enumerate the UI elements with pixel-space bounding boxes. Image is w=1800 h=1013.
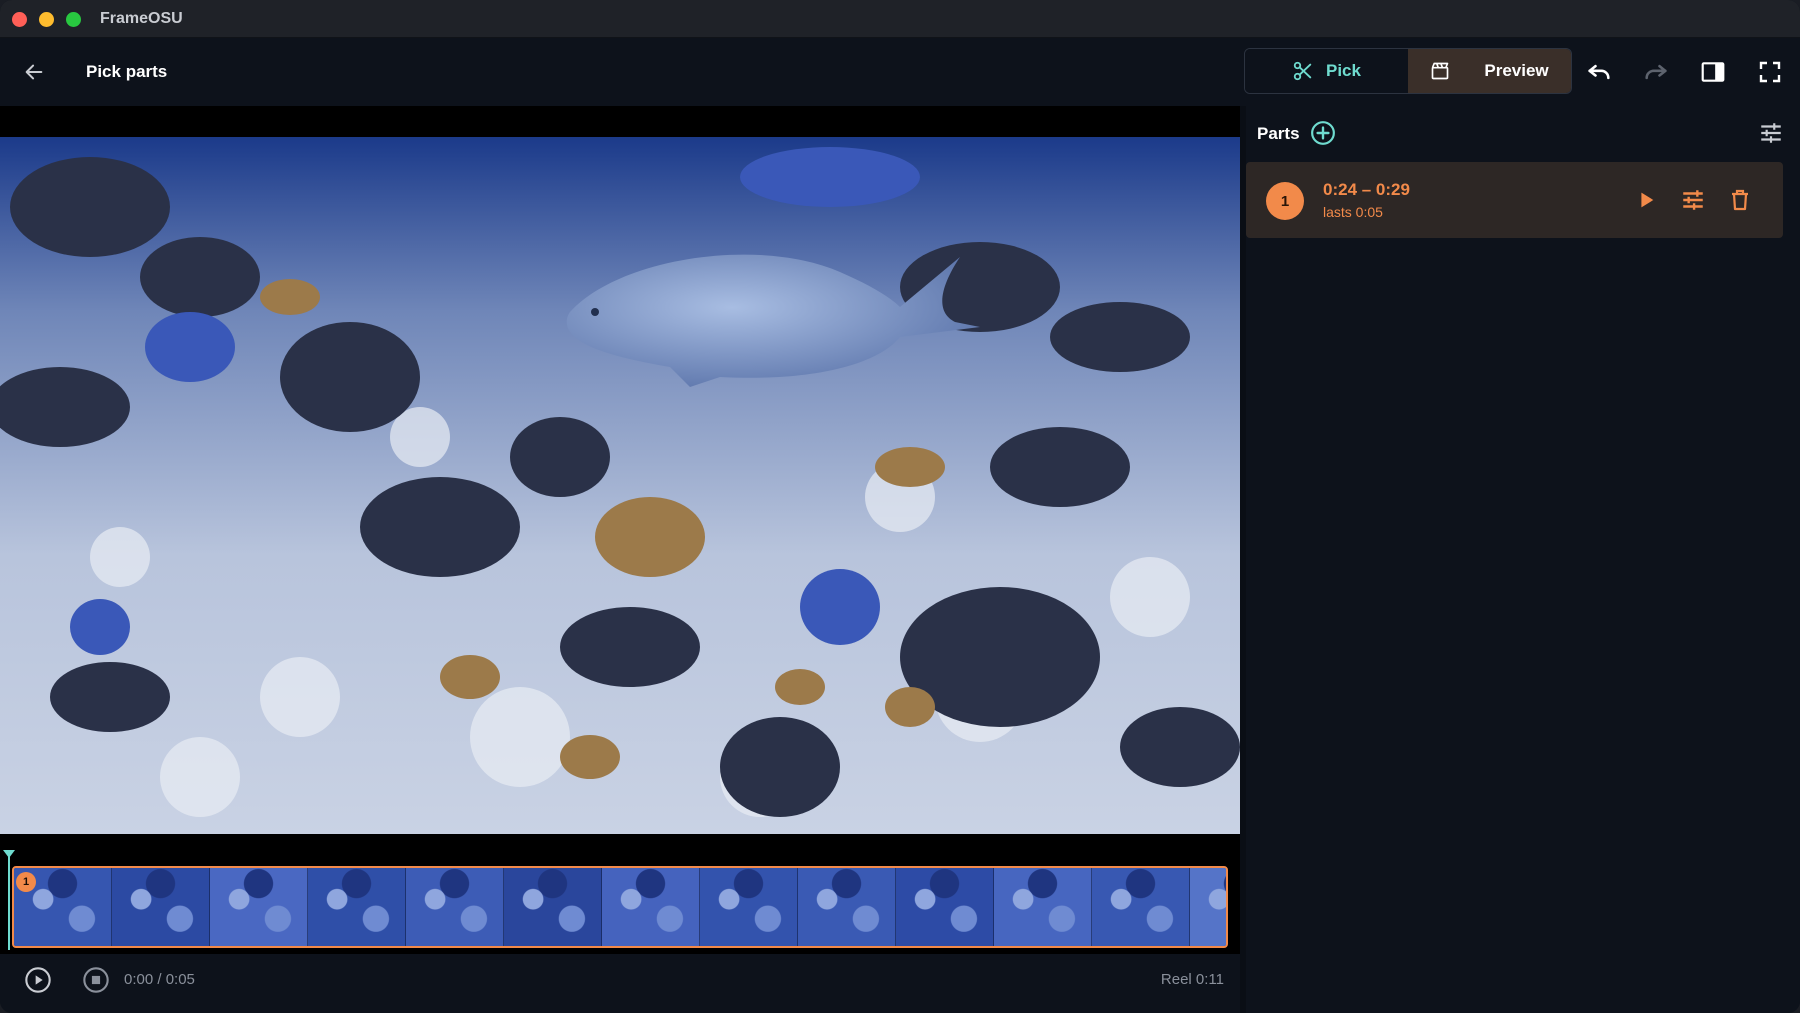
video-frame bbox=[0, 137, 1240, 834]
part-card[interactable]: 1 0:24 – 0:29 lasts 0:05 bbox=[1246, 162, 1783, 238]
app-title: FrameOSU bbox=[100, 10, 183, 27]
app-window: FrameOSU Pick parts Pick Preview 1 0:00 … bbox=[0, 0, 1800, 1013]
window-minimize-button[interactable] bbox=[39, 12, 54, 27]
filmstrip-timeline[interactable]: 1 bbox=[0, 834, 1240, 954]
filmstrip-frame bbox=[896, 868, 994, 946]
window-close-button[interactable] bbox=[12, 12, 27, 27]
scissors-icon bbox=[1293, 61, 1312, 81]
tab-preview-label: Preview bbox=[1484, 61, 1549, 80]
top-bar: Pick parts Pick Preview bbox=[0, 38, 1800, 106]
trash-icon bbox=[1732, 189, 1748, 211]
title-bar: FrameOSU bbox=[0, 0, 1800, 38]
part-range-strip[interactable] bbox=[12, 866, 1228, 948]
redo-button[interactable] bbox=[1640, 56, 1672, 88]
toggle-panel-button[interactable] bbox=[1697, 56, 1729, 88]
plus-circle-icon bbox=[1311, 121, 1335, 145]
play-circle-icon bbox=[25, 967, 51, 993]
parts-settings-button[interactable] bbox=[1758, 120, 1786, 148]
adjust-part-button[interactable] bbox=[1677, 184, 1709, 216]
back-button[interactable] bbox=[18, 56, 50, 88]
playback-controls: 0:00 / 0:05 Reel 0:11 bbox=[0, 954, 1240, 1013]
filmstrip-frame bbox=[700, 868, 798, 946]
filmstrip-frame bbox=[406, 868, 504, 946]
part-time-range: 0:24 – 0:29 bbox=[1323, 180, 1410, 199]
tab-pick-label: Pick bbox=[1326, 61, 1361, 80]
parts-panel: Parts 1 0:24 – 0:29 lasts 0:05 bbox=[1246, 106, 1800, 1013]
tab-pick[interactable]: Pick bbox=[1245, 49, 1408, 93]
undo-icon bbox=[1588, 64, 1610, 80]
parts-title: Parts bbox=[1257, 124, 1300, 143]
sliders-icon bbox=[1683, 190, 1703, 210]
filmstrip-frame bbox=[1092, 868, 1190, 946]
add-part-button[interactable] bbox=[1310, 120, 1336, 146]
filmstrip-frame bbox=[308, 868, 406, 946]
play-icon bbox=[1641, 192, 1654, 208]
filmstrip-frame bbox=[112, 868, 210, 946]
underwater-reef-image bbox=[0, 137, 1240, 834]
mode-switch: Pick Preview bbox=[1244, 48, 1572, 94]
stop-button[interactable] bbox=[82, 966, 110, 994]
page-title: Pick parts bbox=[86, 62, 168, 81]
delete-part-button[interactable] bbox=[1724, 184, 1756, 216]
play-button[interactable] bbox=[24, 966, 52, 994]
arrow-left-icon bbox=[25, 64, 43, 80]
part-number-badge: 1 bbox=[1266, 182, 1304, 220]
filmstrip-frame bbox=[504, 868, 602, 946]
part-duration: lasts 0:05 bbox=[1323, 204, 1383, 220]
undo-button[interactable] bbox=[1583, 56, 1615, 88]
fullscreen-button[interactable] bbox=[1754, 56, 1786, 88]
reel-duration: Reel 0:11 bbox=[1160, 971, 1224, 988]
redo-icon bbox=[1645, 64, 1667, 80]
clapperboard-icon bbox=[1432, 62, 1449, 80]
filmstrip-frame bbox=[994, 868, 1092, 946]
playhead[interactable] bbox=[8, 854, 10, 950]
panel-right-icon bbox=[1701, 62, 1725, 82]
sliders-icon bbox=[1761, 123, 1781, 143]
window-maximize-button[interactable] bbox=[66, 12, 81, 27]
stop-circle-icon bbox=[83, 967, 109, 993]
video-player[interactable] bbox=[0, 106, 1240, 834]
part-marker-badge[interactable]: 1 bbox=[16, 872, 36, 892]
filmstrip-frame bbox=[1190, 868, 1226, 946]
filmstrip-frame bbox=[210, 868, 308, 946]
tab-preview[interactable]: Preview bbox=[1408, 49, 1571, 93]
filmstrip-frame bbox=[602, 868, 700, 946]
time-readout: 0:00 / 0:05 bbox=[124, 971, 195, 988]
play-part-button[interactable] bbox=[1630, 184, 1662, 216]
fullscreen-icon bbox=[1759, 61, 1781, 83]
filmstrip-frame bbox=[798, 868, 896, 946]
